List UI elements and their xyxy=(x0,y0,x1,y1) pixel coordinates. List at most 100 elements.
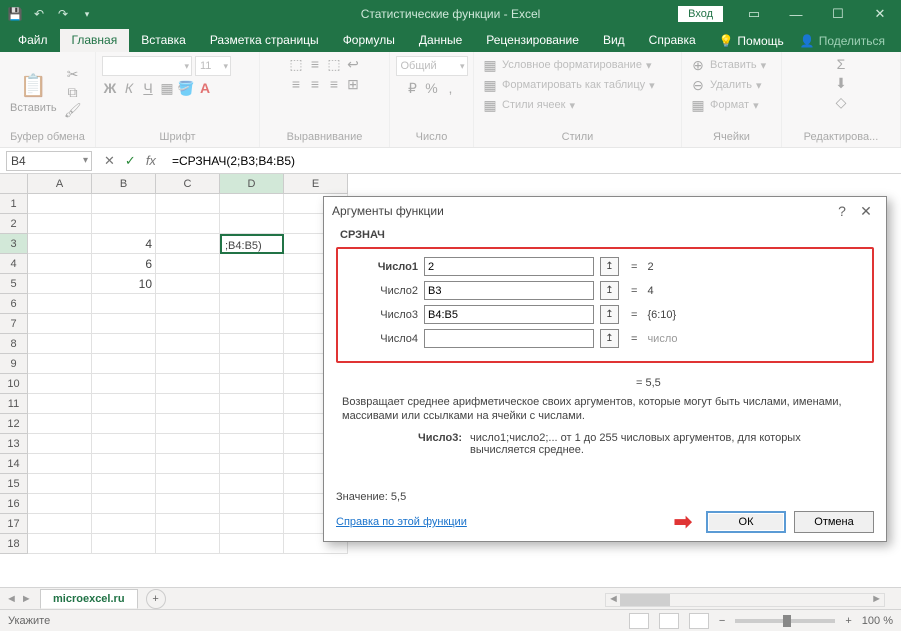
row-header-16[interactable]: 16 xyxy=(0,494,28,514)
sheet-tab-1[interactable]: microexcel.ru xyxy=(40,589,138,609)
fill-color-icon[interactable]: 🪣 xyxy=(178,80,194,96)
sheet-nav-next-icon[interactable]: ► xyxy=(21,593,32,605)
tab-formulas[interactable]: Формулы xyxy=(331,29,407,52)
collapse-dialog-icon[interactable]: ↥ xyxy=(600,281,619,300)
italic-icon[interactable]: К xyxy=(121,80,137,96)
sheet-nav-prev-icon[interactable]: ◄ xyxy=(6,593,17,605)
format-cells-button[interactable]: ▦Формат ▾ xyxy=(688,96,761,114)
zoom-slider[interactable] xyxy=(735,619,835,623)
paste-button[interactable]: 📋 Вставить xyxy=(6,70,61,116)
underline-icon[interactable]: Ч xyxy=(140,80,156,96)
name-box[interactable]: B4 xyxy=(6,151,92,171)
view-normal-icon[interactable] xyxy=(629,613,649,629)
align-middle-icon[interactable]: ≡ xyxy=(307,56,323,72)
align-top-icon[interactable]: ⬚ xyxy=(288,56,304,72)
format-as-table-button[interactable]: ▦Форматировать как таблицу ▾ xyxy=(480,76,657,94)
row-header-1[interactable]: 1 xyxy=(0,194,28,214)
tab-review[interactable]: Рецензирование xyxy=(474,29,591,52)
zoom-in-icon[interactable]: + xyxy=(845,615,851,627)
horizontal-scrollbar[interactable]: ◄ ► xyxy=(605,593,885,607)
currency-icon[interactable]: ₽ xyxy=(405,80,421,96)
col-header-C[interactable]: C xyxy=(156,174,220,194)
row-header-10[interactable]: 10 xyxy=(0,374,28,394)
redo-icon[interactable]: ↷ xyxy=(54,5,72,23)
font-name-select[interactable] xyxy=(102,56,192,76)
ribbon-options-icon[interactable]: ▭ xyxy=(733,0,775,28)
cancel-button[interactable]: Отмена xyxy=(794,511,874,533)
cell-styles-button[interactable]: ▦Стили ячеек ▾ xyxy=(480,96,577,114)
copy-icon[interactable]: ⧉ xyxy=(65,85,81,101)
collapse-dialog-icon[interactable]: ↥ xyxy=(600,329,619,348)
zoom-out-icon[interactable]: − xyxy=(719,615,725,627)
merge-icon[interactable]: ⊞ xyxy=(345,76,361,92)
align-right-icon[interactable]: ≡ xyxy=(326,76,342,92)
accept-formula-icon[interactable]: ✓ xyxy=(125,153,136,169)
arg-input-3[interactable] xyxy=(424,305,594,324)
tab-layout[interactable]: Разметка страницы xyxy=(198,29,331,52)
col-header-E[interactable]: E xyxy=(284,174,348,194)
align-bottom-icon[interactable]: ⬚ xyxy=(326,56,342,72)
cut-icon[interactable]: ✂ xyxy=(65,67,81,83)
tab-help[interactable]: Справка xyxy=(637,29,708,52)
view-page-break-icon[interactable] xyxy=(689,613,709,629)
fx-icon[interactable]: fx xyxy=(146,153,156,168)
cancel-formula-icon[interactable]: ✕ xyxy=(104,153,115,169)
row-header-3[interactable]: 3 xyxy=(0,234,28,254)
format-painter-icon[interactable]: 🖌 xyxy=(65,103,81,119)
row-header-15[interactable]: 15 xyxy=(0,474,28,494)
hscroll-thumb[interactable] xyxy=(620,594,670,606)
conditional-formatting-button[interactable]: ▦Условное форматирование ▾ xyxy=(480,56,653,74)
clear-icon[interactable]: ◇ xyxy=(833,94,849,110)
function-help-link[interactable]: Справка по этой функции xyxy=(336,516,467,528)
delete-cells-button[interactable]: ⊖Удалить ▾ xyxy=(688,76,764,94)
font-color-icon[interactable]: A xyxy=(197,80,213,96)
tab-file[interactable]: Файл xyxy=(6,29,60,52)
add-sheet-button[interactable]: + xyxy=(146,589,166,609)
row-header-8[interactable]: 8 xyxy=(0,334,28,354)
formula-input[interactable] xyxy=(168,154,901,168)
wrap-text-icon[interactable]: ↩ xyxy=(345,56,361,72)
qat-dropdown-icon[interactable]: ▾ xyxy=(78,5,96,23)
cell-b5[interactable]: 10 xyxy=(92,274,156,294)
row-header-13[interactable]: 13 xyxy=(0,434,28,454)
cell-b4[interactable]: 6 xyxy=(92,254,156,274)
tab-view[interactable]: Вид xyxy=(591,29,637,52)
collapse-dialog-icon[interactable]: ↥ xyxy=(600,305,619,324)
close-window-icon[interactable]: ✕ xyxy=(859,0,901,28)
login-button[interactable]: Вход xyxy=(678,6,723,22)
number-format-select[interactable]: Общий xyxy=(396,56,468,76)
row-header-12[interactable]: 12 xyxy=(0,414,28,434)
percent-icon[interactable]: % xyxy=(424,80,440,96)
row-header-2[interactable]: 2 xyxy=(0,214,28,234)
autosum-icon[interactable]: Σ xyxy=(833,56,849,72)
dialog-titlebar[interactable]: Аргументы функции ? ✕ xyxy=(324,197,886,225)
row-header-17[interactable]: 17 xyxy=(0,514,28,534)
insert-cells-button[interactable]: ⊕Вставить ▾ xyxy=(688,56,768,74)
tab-insert[interactable]: Вставка xyxy=(129,29,198,52)
ok-button[interactable]: ОК xyxy=(706,511,786,533)
align-left-icon[interactable]: ≡ xyxy=(288,76,304,92)
dialog-help-icon[interactable]: ? xyxy=(830,203,854,219)
row-header-7[interactable]: 7 xyxy=(0,314,28,334)
save-icon[interactable]: 💾 xyxy=(6,5,24,23)
row-header-5[interactable]: 5 xyxy=(0,274,28,294)
border-icon[interactable]: ▦ xyxy=(159,80,175,96)
arg-input-4[interactable] xyxy=(424,329,594,348)
share-button[interactable]: 👤Поделиться xyxy=(794,30,891,52)
row-header-11[interactable]: 11 xyxy=(0,394,28,414)
row-header-14[interactable]: 14 xyxy=(0,454,28,474)
row-header-4[interactable]: 4 xyxy=(0,254,28,274)
col-header-B[interactable]: B xyxy=(92,174,156,194)
view-page-layout-icon[interactable] xyxy=(659,613,679,629)
comma-icon[interactable]: , xyxy=(443,80,459,96)
arg-input-1[interactable] xyxy=(424,257,594,276)
font-size-select[interactable]: 11 xyxy=(195,56,231,76)
row-header-18[interactable]: 18 xyxy=(0,534,28,554)
col-header-D[interactable]: D xyxy=(220,174,284,194)
row-header-9[interactable]: 9 xyxy=(0,354,28,374)
tab-data[interactable]: Данные xyxy=(407,29,474,52)
minimize-icon[interactable]: — xyxy=(775,0,817,28)
bold-icon[interactable]: Ж xyxy=(102,80,118,96)
row-header-6[interactable]: 6 xyxy=(0,294,28,314)
tab-home[interactable]: Главная xyxy=(60,29,130,52)
